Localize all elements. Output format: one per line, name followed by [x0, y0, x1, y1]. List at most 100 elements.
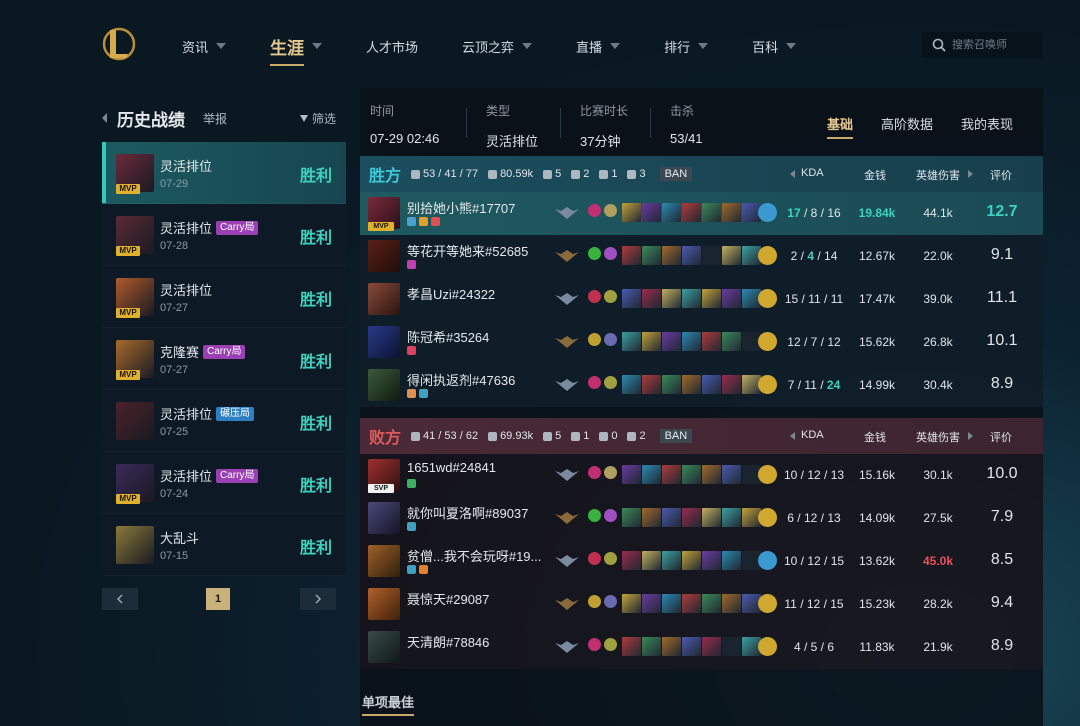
item-icon[interactable]: [702, 465, 721, 484]
item-icon[interactable]: [662, 551, 681, 570]
best-stats-label[interactable]: 单项最佳: [362, 692, 415, 716]
player-name[interactable]: 陈冠希#35264: [407, 327, 552, 346]
sort-right-icon[interactable]: [968, 170, 973, 178]
item-icon[interactable]: [702, 332, 721, 351]
item-icon[interactable]: [662, 332, 681, 351]
player-row[interactable]: MVP 别拾她小熊#17707 17 / 8 / 16 19.84k 44.1k 12.7: [360, 192, 1043, 235]
player-row[interactable]: 天清朗#78846 4 / 5 / 6 11.83k 21.9k 8.9: [360, 626, 1043, 669]
item-icon[interactable]: [722, 289, 741, 308]
item-icon[interactable]: [662, 203, 681, 222]
item-icon[interactable]: [722, 375, 741, 394]
item-icon[interactable]: [622, 594, 641, 613]
nav-item[interactable]: 人才市场: [366, 30, 418, 62]
summoner-search[interactable]: [922, 32, 1042, 58]
league-logo-icon[interactable]: [100, 24, 138, 64]
tab-0[interactable]: 基础: [826, 114, 853, 139]
item-icon[interactable]: [702, 508, 721, 527]
item-icon[interactable]: [722, 637, 741, 656]
player-row[interactable]: 等花开等她来#52685 2 / 4 / 14 12.67k 22.0k 9.1: [360, 235, 1043, 278]
match-list-item[interactable]: MVP 灵活排位 07-29 胜利: [102, 142, 346, 204]
player-row[interactable]: 陈冠希#35264 12 / 7 / 12 15.62k 26.8k 10.1: [360, 321, 1043, 364]
item-icon[interactable]: [642, 246, 661, 265]
player-name[interactable]: 得闲执返剂#47636: [407, 370, 552, 389]
filter-button[interactable]: 筛选: [299, 110, 336, 127]
match-list-item[interactable]: MVP 灵活排位 Carry局 07-24 胜利: [102, 452, 346, 514]
item-icon[interactable]: [622, 246, 641, 265]
item-icon[interactable]: [702, 637, 721, 656]
ban-label[interactable]: BAN: [659, 167, 693, 181]
player-avatar[interactable]: [368, 502, 400, 534]
item-icon[interactable]: [662, 637, 681, 656]
item-icon[interactable]: [662, 508, 681, 527]
tab-1[interactable]: 高阶数据: [881, 114, 933, 133]
player-avatar[interactable]: [368, 283, 400, 315]
item-icon[interactable]: [722, 332, 741, 351]
player-avatar[interactable]: [368, 588, 400, 620]
item-icon[interactable]: [622, 375, 641, 394]
item-icon[interactable]: [722, 508, 741, 527]
next-page-button[interactable]: [300, 588, 336, 610]
item-icon[interactable]: [682, 508, 701, 527]
nav-item[interactable]: 资讯: [182, 30, 227, 62]
ban-label[interactable]: BAN: [659, 429, 693, 443]
item-icon[interactable]: [702, 289, 721, 308]
tab-2[interactable]: 我的表现: [961, 114, 1013, 133]
player-name[interactable]: 天清朗#78846: [407, 632, 552, 651]
match-list-item[interactable]: MVP 克隆赛 Carry局 07-27 胜利: [102, 328, 346, 390]
item-icon[interactable]: [622, 465, 641, 484]
search-input[interactable]: [952, 39, 1036, 51]
item-icon[interactable]: [662, 289, 681, 308]
player-avatar[interactable]: [368, 240, 400, 272]
report-link[interactable]: 举报: [203, 110, 227, 127]
item-icon[interactable]: [622, 332, 641, 351]
item-icon[interactable]: [682, 594, 701, 613]
item-icon[interactable]: [702, 203, 721, 222]
prev-page-button[interactable]: [102, 588, 138, 610]
back-arrow-icon[interactable]: [102, 113, 107, 123]
item-icon[interactable]: [722, 203, 741, 222]
player-row[interactable]: 得闲执返剂#47636 7 / 11 / 24 14.99k 30.4k 8.9: [360, 364, 1043, 407]
match-list-item[interactable]: MVP 灵活排位 07-27 胜利: [102, 266, 346, 328]
item-icon[interactable]: [622, 637, 641, 656]
item-icon[interactable]: [682, 465, 701, 484]
item-icon[interactable]: [682, 289, 701, 308]
player-avatar[interactable]: [368, 631, 400, 663]
player-name[interactable]: 孝昌Uzi#24322: [407, 284, 552, 303]
item-icon[interactable]: [662, 465, 681, 484]
item-icon[interactable]: [642, 551, 661, 570]
sort-left-icon[interactable]: [790, 432, 795, 440]
player-avatar[interactable]: [368, 545, 400, 577]
item-icon[interactable]: [642, 375, 661, 394]
item-icon[interactable]: [702, 551, 721, 570]
item-icon[interactable]: [622, 508, 641, 527]
item-icon[interactable]: [642, 203, 661, 222]
item-icon[interactable]: [722, 594, 741, 613]
item-icon[interactable]: [702, 594, 721, 613]
item-icon[interactable]: [622, 203, 641, 222]
item-icon[interactable]: [662, 375, 681, 394]
player-row[interactable]: 就你叫夏洛啊#89037 6 / 12 / 13 14.09k 27.5k 7.9: [360, 497, 1043, 540]
item-icon[interactable]: [642, 465, 661, 484]
item-icon[interactable]: [702, 375, 721, 394]
item-icon[interactable]: [642, 332, 661, 351]
player-row[interactable]: 孝昌Uzi#24322 15 / 11 / 11 17.47k 39.0k 11.1: [360, 278, 1043, 321]
item-icon[interactable]: [682, 246, 701, 265]
item-icon[interactable]: [622, 551, 641, 570]
sort-right-icon[interactable]: [968, 432, 973, 440]
item-icon[interactable]: [722, 246, 741, 265]
nav-item[interactable]: 云顶之弈: [462, 30, 533, 62]
item-icon[interactable]: [682, 551, 701, 570]
player-name[interactable]: 就你叫夏洛啊#89037: [407, 503, 552, 522]
item-icon[interactable]: [622, 289, 641, 308]
page-number[interactable]: 1: [206, 588, 230, 610]
player-name[interactable]: 聂惊天#29087: [407, 589, 552, 608]
nav-item[interactable]: 生涯: [270, 30, 323, 66]
item-icon[interactable]: [662, 246, 681, 265]
item-icon[interactable]: [722, 465, 741, 484]
player-name[interactable]: 贫僧...我不会玩呀#19...: [407, 546, 552, 565]
player-name[interactable]: 1651wd#24841: [407, 460, 552, 475]
player-row[interactable]: 聂惊天#29087 11 / 12 / 15 15.23k 28.2k 9.4: [360, 583, 1043, 626]
item-icon[interactable]: [682, 637, 701, 656]
nav-item[interactable]: 直播: [576, 30, 621, 62]
item-icon[interactable]: [682, 332, 701, 351]
